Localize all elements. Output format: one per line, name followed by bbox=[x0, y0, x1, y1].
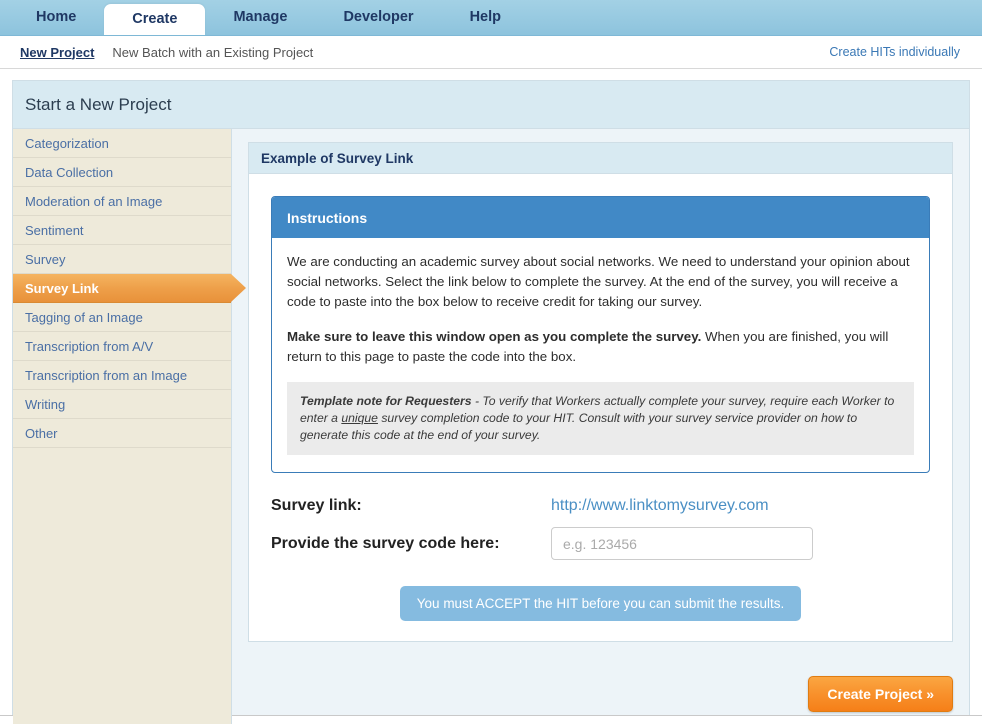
page-header: Start a New Project bbox=[13, 81, 969, 129]
sidebar-item-survey-link[interactable]: Survey Link bbox=[13, 274, 246, 303]
sidebar-item-survey[interactable]: Survey bbox=[13, 245, 231, 274]
tab-manage[interactable]: Manage bbox=[205, 0, 315, 35]
submit-results-button[interactable]: You must ACCEPT the HIT before you can s… bbox=[399, 586, 802, 621]
create-project-button[interactable]: Create Project » bbox=[808, 676, 953, 712]
project-category-sidebar: Categorization Data Collection Moderatio… bbox=[13, 129, 246, 724]
sidebar-item-label: Survey Link bbox=[25, 281, 99, 296]
example-card: Example of Survey Link Instructions We a… bbox=[248, 142, 953, 642]
sidebar-item-label: Sentiment bbox=[25, 223, 84, 238]
instructions-paragraph-1: We are conducting an academic survey abo… bbox=[287, 254, 910, 309]
sidebar-item-label: Categorization bbox=[25, 136, 109, 151]
project-panel: Start a New Project Categorization Data … bbox=[12, 80, 970, 724]
tab-help[interactable]: Help bbox=[442, 0, 529, 35]
footer-actions: Create Project » bbox=[808, 676, 953, 712]
instructions-paragraph-2-bold: Make sure to leave this window open as y… bbox=[287, 329, 702, 344]
main-content: Example of Survey Link Instructions We a… bbox=[232, 129, 969, 724]
main-tab-bar: Home Create Manage Developer Help bbox=[0, 0, 982, 36]
instructions-body: We are conducting an academic survey abo… bbox=[272, 238, 929, 472]
survey-link-label: Survey link: bbox=[271, 497, 362, 514]
sidebar-item-other[interactable]: Other bbox=[13, 419, 231, 448]
sidebar-item-label: Transcription from an Image bbox=[25, 368, 188, 383]
example-card-header: Example of Survey Link bbox=[249, 143, 952, 174]
submit-row: You must ACCEPT the HIT before you can s… bbox=[271, 586, 930, 621]
example-card-title: Example of Survey Link bbox=[261, 150, 414, 166]
sidebar-item-label: Data Collection bbox=[25, 165, 114, 180]
sidebar-item-transcription-from-av[interactable]: Transcription from A/V bbox=[13, 332, 231, 361]
survey-code-row: Provide the survey code here: bbox=[271, 527, 930, 560]
sidebar-item-label: Tagging of an Image bbox=[25, 310, 143, 325]
sidebar-item-transcription-from-an-image[interactable]: Transcription from an Image bbox=[13, 361, 231, 390]
survey-code-input[interactable] bbox=[551, 527, 813, 560]
secondary-nav-links: New Project New Batch with an Existing P… bbox=[20, 45, 331, 60]
survey-link-row: Survey link: http://www.linktomysurvey.c… bbox=[271, 497, 930, 515]
nav-link-create-hits-individually[interactable]: Create HITs individually bbox=[829, 45, 960, 59]
template-note-text-2: survey completion code to your HIT. Cons… bbox=[300, 411, 858, 442]
sidebar-item-categorization[interactable]: Categorization bbox=[13, 129, 231, 158]
survey-code-label: Provide the survey code here: bbox=[271, 534, 500, 552]
sidebar-item-moderation-of-an-image[interactable]: Moderation of an Image bbox=[13, 187, 231, 216]
sidebar-item-writing[interactable]: Writing bbox=[13, 390, 231, 419]
instructions-paragraph-2: Make sure to leave this window open as y… bbox=[287, 327, 914, 367]
sidebar-item-label: Writing bbox=[25, 397, 66, 412]
secondary-nav: New Project New Batch with an Existing P… bbox=[0, 36, 982, 69]
sidebar-item-label: Transcription from A/V bbox=[25, 339, 154, 354]
example-card-body: Instructions We are conducting an academ… bbox=[249, 174, 952, 641]
tab-create[interactable]: Create bbox=[104, 4, 206, 35]
sidebar-item-label: Survey bbox=[25, 252, 66, 267]
page-container: Start a New Project Categorization Data … bbox=[0, 69, 982, 724]
template-note-emphasis: unique bbox=[341, 411, 378, 425]
instructions-header: Instructions bbox=[272, 197, 929, 238]
tab-developer[interactable]: Developer bbox=[315, 0, 441, 35]
survey-link-url[interactable]: http://www.linktomysurvey.com bbox=[551, 497, 769, 515]
nav-link-new-project[interactable]: New Project bbox=[20, 45, 94, 60]
page-body: Categorization Data Collection Moderatio… bbox=[13, 129, 969, 724]
sidebar-item-tagging-of-an-image[interactable]: Tagging of an Image bbox=[13, 303, 231, 332]
sidebar-item-sentiment[interactable]: Sentiment bbox=[13, 216, 231, 245]
instructions-panel: Instructions We are conducting an academ… bbox=[271, 196, 930, 473]
sidebar-item-label: Other bbox=[25, 426, 58, 441]
sidebar-item-label: Moderation of an Image bbox=[25, 194, 163, 209]
template-note-box: Template note for Requesters - To verify… bbox=[287, 382, 914, 455]
page-title: Start a New Project bbox=[25, 94, 172, 114]
tab-home[interactable]: Home bbox=[8, 0, 104, 35]
nav-link-new-batch[interactable]: New Batch with an Existing Project bbox=[112, 45, 313, 60]
instructions-title: Instructions bbox=[287, 209, 368, 226]
sidebar-item-data-collection[interactable]: Data Collection bbox=[13, 158, 231, 187]
template-note-title: Template note for Requesters bbox=[300, 394, 472, 408]
